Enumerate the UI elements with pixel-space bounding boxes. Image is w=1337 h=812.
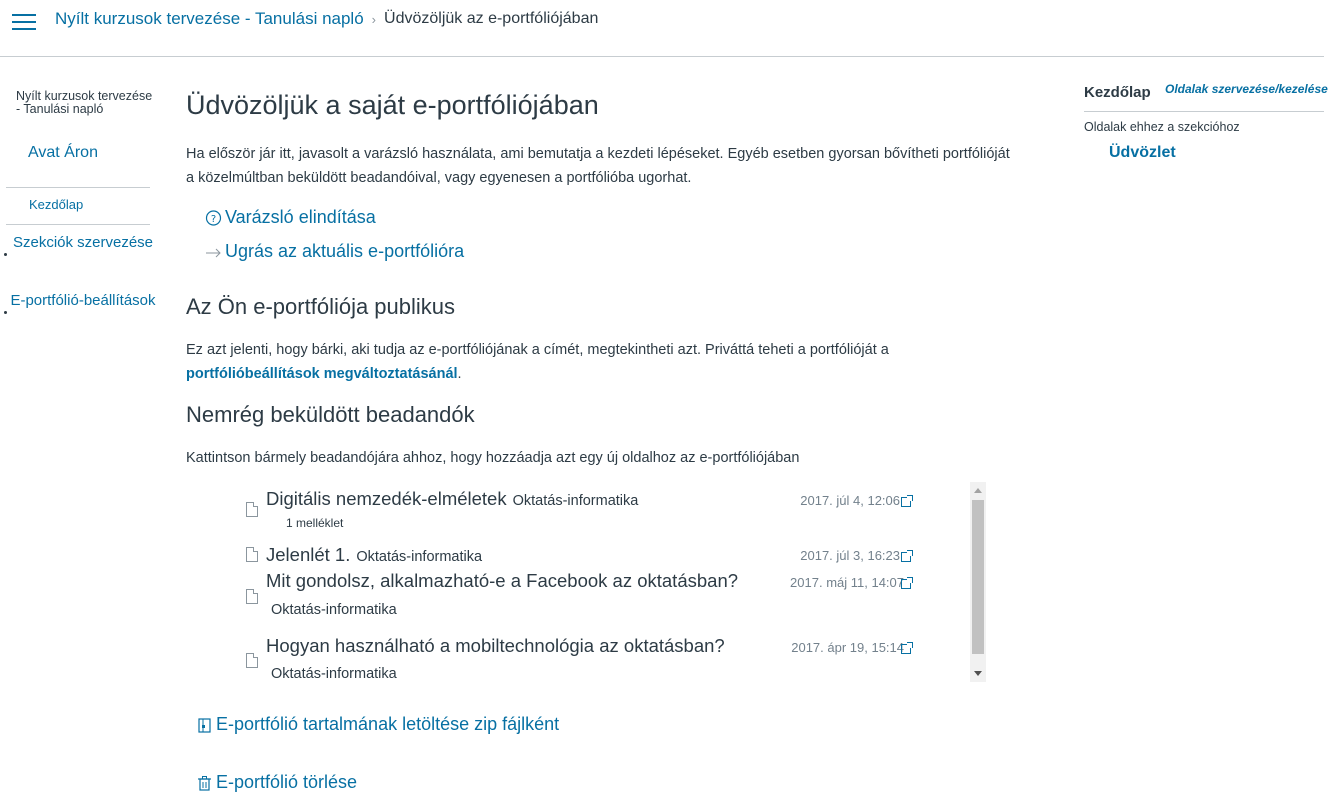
submission-title-text: Jelenlét 1. [266,544,351,565]
attachment-count: 1 melléklet [286,516,344,530]
delete-portfolio-link[interactable]: E-portfólió törlése [196,772,357,793]
external-link-icon[interactable] [901,550,913,562]
submission-course: Oktatás-informatika [271,602,397,618]
recent-text: Kattintson bármely beadandójára ahhoz, h… [186,450,800,466]
scrollbar-thumb[interactable] [972,500,984,654]
nav-home-link[interactable]: Kezdőlap [29,197,83,212]
list-bullet [4,253,7,256]
recent-heading: Nemrég beküldött beadandók [186,402,475,427]
portfolio-settings-link[interactable]: portfólióbeállítások megváltoztatásánál [186,366,458,382]
nav-sections-link[interactable]: Szekciók szervezése [8,233,158,253]
external-link-icon[interactable] [901,495,913,507]
course-name: Nyílt kurzusok tervezése - Tanulási napl… [16,89,153,116]
goto-portfolio-label: Ugrás az aktuális e-portfólióra [225,241,465,261]
submissions-scrollbar[interactable] [970,482,986,682]
external-link-icon[interactable] [901,642,913,654]
goto-portfolio-link[interactable]: Ugrás az aktuális e-portfólióra [205,241,464,262]
submission-title-text: Digitális nemzedék-elméletek [266,488,507,509]
top-header: Nyílt kurzusok tervezése - Tanulási napl… [0,0,1324,57]
svg-text:?: ? [211,214,216,225]
submission-course: Oktatás-informatika [512,493,639,509]
public-text: Ez azt jelenti, hogy bárki, aki tudja az… [186,338,1016,386]
zip-file-icon [196,716,213,733]
submission-title[interactable]: Mit gondolsz, alkalmazható-e a Facebook … [266,570,738,592]
nav-settings-link[interactable]: E-portfólió-beállítások [8,291,158,311]
submissions-list[interactable]: Digitális nemzedék-elméletek Oktatás-info… [226,482,986,682]
manage-pages-link[interactable]: Oldalak szervezése/kezelése [1165,82,1328,96]
page-title: Üdvözöljük a saját e-portfóliójában [186,90,599,120]
submission-course: Oktatás-informatika [271,666,397,682]
list-item[interactable]: Digitális nemzedék-elméletek Oktatás-info… [246,482,966,532]
nav-divider [6,224,150,225]
list-item[interactable]: Mit gondolsz, alkalmazható-e a Facebook … [246,568,966,624]
sidebar-divider [1084,111,1324,112]
intro-text: Ha először jár itt, javasolt a varázsló … [186,146,1010,186]
submission-title[interactable]: Hogyan használható a mobiltechnológia az… [266,635,725,657]
document-icon [246,589,258,604]
arrow-right-icon [205,243,222,260]
breadcrumb-separator: › [371,11,377,27]
public-text-body: Ez azt jelenti, hogy bárki, aki tudja az… [186,342,889,358]
section-title: Kezdőlap [1084,84,1151,101]
hamburger-menu-icon[interactable] [12,13,36,31]
breadcrumb: Nyílt kurzusok tervezése - Tanulási napl… [55,9,598,29]
submission-date: 2017. júl 4, 12:06 [800,493,900,508]
trash-icon [196,774,213,791]
submission-date: 2017. ápr 19, 15:14 [791,640,904,655]
scroll-up-icon[interactable] [974,488,982,493]
breadcrumb-course-link[interactable]: Nyílt kurzusok tervezése - Tanulási napl… [55,9,364,29]
scroll-down-icon[interactable] [974,671,982,676]
document-icon [246,653,258,668]
external-link-icon[interactable] [901,577,913,589]
delete-portfolio-label: E-portfólió törlése [216,772,358,792]
page-link-welcome[interactable]: Üdvözlet [1109,144,1176,162]
download-zip-link[interactable]: E-portfólió tartalmának letöltése zip fá… [196,714,559,735]
list-item[interactable]: Hogyan használható a mobiltechnológia az… [246,632,966,682]
breadcrumb-current: Üdvözöljük az e-portfóliójában [384,10,599,27]
submission-title[interactable]: Jelenlét 1. Oktatás-informatika [266,544,482,566]
public-text-end: . [457,366,462,382]
download-zip-label: E-portfólió tartalmának letöltése zip fá… [216,714,560,734]
document-icon [246,547,258,562]
wizard-link[interactable]: ? Varázsló elindítása [205,207,376,228]
nav-divider [6,187,150,188]
pages-subtitle: Oldalak ehhez a szekcióhoz [1084,120,1240,134]
document-icon [246,502,258,517]
list-item[interactable]: Jelenlét 1. Oktatás-informatika 2017. júl… [246,534,966,566]
submission-date: 2017. máj 11, 14:07 [790,575,904,590]
user-name-link[interactable]: Avat Áron [28,144,98,162]
wizard-link-label: Varázsló elindítása [225,207,376,227]
question-circle-icon: ? [205,209,222,226]
submission-title[interactable]: Digitális nemzedék-elméletek Oktatás-info… [266,488,638,510]
submission-course: Oktatás-informatika [356,549,483,565]
public-heading: Az Ön e-portfóliója publikus [186,294,456,319]
submission-date: 2017. júl 3, 16:23 [800,548,900,563]
list-bullet [4,311,7,314]
